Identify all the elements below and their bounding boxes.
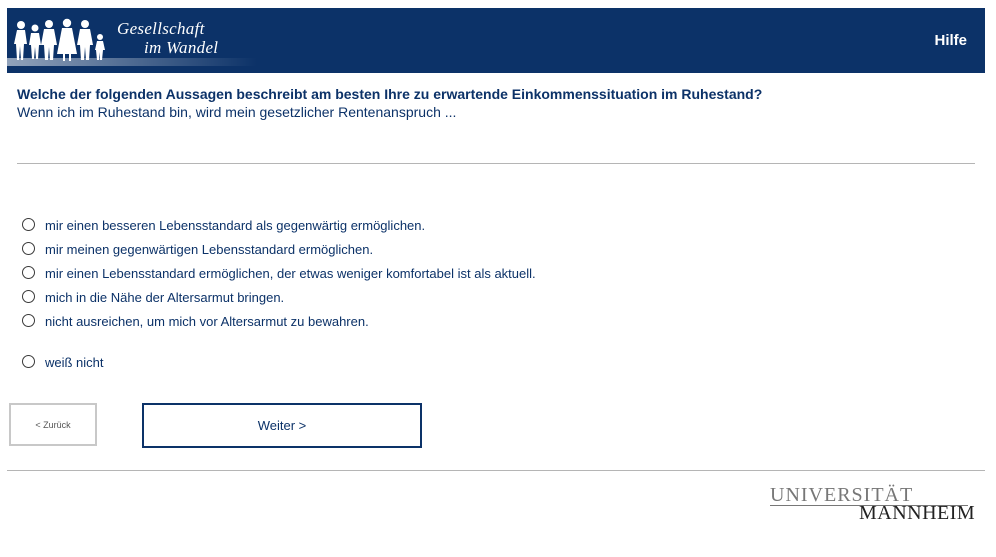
divider bbox=[17, 163, 975, 164]
radio-button[interactable] bbox=[22, 290, 35, 303]
back-button[interactable]: < Zurück bbox=[9, 403, 97, 446]
gesellschaft-im-wandel-logo: Gesellschaft im Wandel bbox=[7, 8, 257, 73]
radio-button[interactable] bbox=[22, 266, 35, 279]
help-link[interactable]: Hilfe bbox=[934, 32, 967, 49]
answer-option-label[interactable]: mir meinen gegenwärtigen Lebensstandard … bbox=[45, 242, 373, 257]
radio-button[interactable] bbox=[22, 242, 35, 255]
question-subtitle: Wenn ich im Ruhestand bin, wird mein ges… bbox=[17, 104, 457, 120]
header-banner: Gesellschaft im Wandel Hilfe bbox=[7, 8, 985, 73]
people-silhouette-icon bbox=[7, 18, 257, 66]
answer-option-label[interactable]: mich in die Nähe der Altersarmut bringen… bbox=[45, 290, 284, 305]
survey-page: Gesellschaft im Wandel Hilfe Welche der … bbox=[0, 0, 996, 557]
question-title: Welche der folgenden Aussagen beschreibt… bbox=[17, 86, 763, 102]
answer-option-label[interactable]: mir einen Lebensstandard ermöglichen, de… bbox=[45, 266, 536, 281]
answer-option-label[interactable]: nicht ausreichen, um mich vor Altersarmu… bbox=[45, 314, 369, 329]
radio-button[interactable] bbox=[22, 314, 35, 327]
university-logo-line2: MANNHEIM bbox=[859, 502, 976, 524]
logo-text-line1: Gesellschaft bbox=[117, 19, 205, 38]
answer-option-label[interactable]: mir einen besseren Lebensstandard als ge… bbox=[45, 218, 425, 233]
university-mannheim-logo: UNIVERSITÄT MANNHEIM bbox=[770, 484, 975, 524]
footer-divider bbox=[7, 470, 985, 471]
answer-option-label[interactable]: weiß nicht bbox=[45, 355, 104, 370]
radio-button[interactable] bbox=[22, 355, 35, 368]
logo-text-line2: im Wandel bbox=[144, 38, 219, 57]
next-button[interactable]: Weiter > bbox=[142, 403, 422, 448]
radio-button[interactable] bbox=[22, 218, 35, 231]
